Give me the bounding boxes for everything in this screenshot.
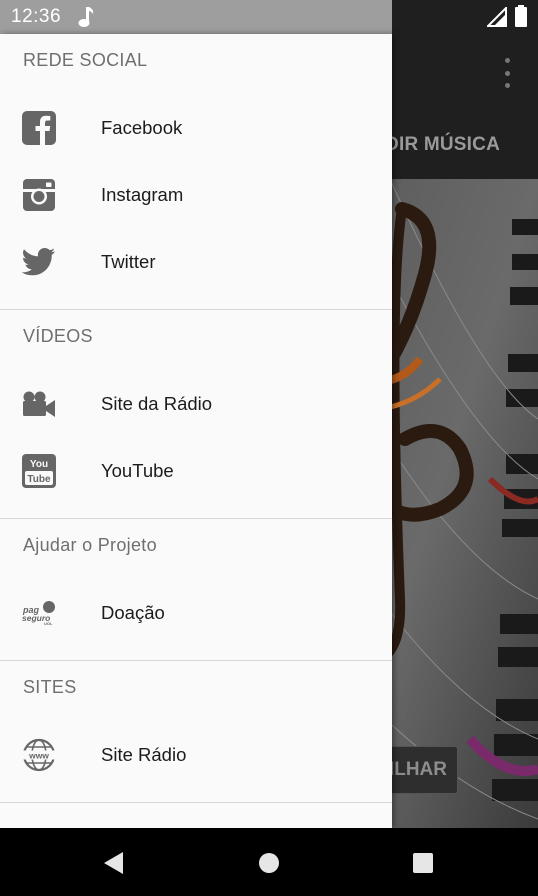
menu-item-label: Instagram bbox=[101, 183, 184, 205]
menu-item-label: Site Rádio bbox=[101, 743, 187, 765]
battery-icon bbox=[514, 5, 528, 27]
menu-item-doacao[interactable]: pag seguro UOL Doação bbox=[0, 579, 392, 646]
navigation-drawer: REDE SOCIAL Facebook Instagram Twitter V… bbox=[0, 34, 392, 828]
svg-text:Tube: Tube bbox=[27, 474, 51, 485]
status-bar: 12:36 bbox=[0, 0, 538, 34]
instagram-icon bbox=[22, 178, 56, 212]
menu-item-site-radio[interactable]: www Site Rádio bbox=[0, 721, 392, 788]
twitter-icon bbox=[22, 245, 56, 279]
status-time: 12:36 bbox=[11, 6, 62, 27]
more-vert-icon[interactable] bbox=[500, 58, 514, 88]
facebook-icon bbox=[22, 110, 56, 145]
svg-text:www: www bbox=[28, 750, 49, 760]
signal-icon bbox=[485, 5, 507, 27]
section-header-videos: VÍDEOS bbox=[23, 326, 93, 346]
menu-item-instagram[interactable]: Instagram bbox=[0, 161, 392, 228]
svg-text:You: You bbox=[30, 459, 48, 470]
youtube-icon: You Tube bbox=[22, 453, 56, 488]
menu-item-label: Doação bbox=[101, 601, 165, 623]
menu-item-label: YouTube bbox=[101, 459, 174, 481]
back-icon[interactable] bbox=[98, 848, 128, 878]
menu-item-label: Site da Rádio bbox=[101, 392, 213, 414]
music-note-icon bbox=[76, 6, 96, 28]
home-icon[interactable] bbox=[254, 848, 284, 878]
system-nav-bar bbox=[0, 828, 538, 896]
svg-text:UOL: UOL bbox=[44, 621, 53, 626]
video-camera-icon bbox=[22, 387, 56, 421]
menu-item-twitter[interactable]: Twitter bbox=[0, 228, 392, 295]
pagseguro-icon: pag seguro UOL bbox=[22, 596, 56, 630]
menu-item-site-da-radio[interactable]: Site da Rádio bbox=[0, 370, 392, 437]
www-globe-icon: www bbox=[22, 738, 56, 772]
menu-item-label: Twitter bbox=[101, 250, 156, 272]
section-header-sites: SITES bbox=[23, 677, 77, 697]
section-header-ajudar-o-projeto: Ajudar o Projeto bbox=[23, 535, 157, 555]
menu-item-facebook[interactable]: Facebook bbox=[0, 94, 392, 161]
section-header-rede-social: REDE SOCIAL bbox=[23, 50, 148, 70]
menu-item-youtube[interactable]: You Tube YouTube bbox=[0, 437, 392, 504]
menu-item-label: Facebook bbox=[101, 116, 183, 138]
section-divider bbox=[0, 802, 392, 803]
recents-icon[interactable] bbox=[408, 848, 438, 878]
